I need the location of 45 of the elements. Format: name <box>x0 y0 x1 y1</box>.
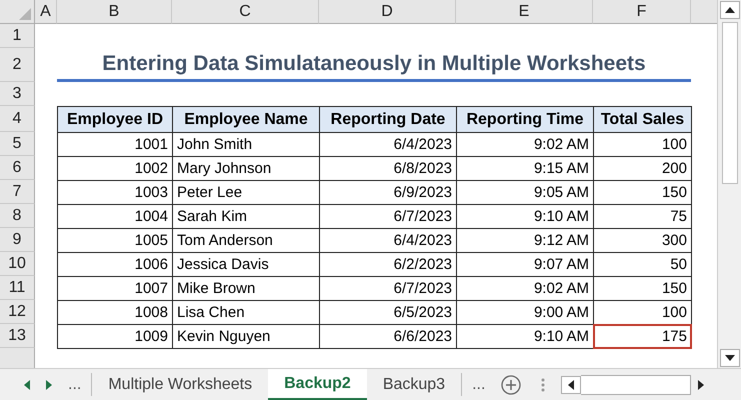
column-heading: Employee Name <box>172 106 320 133</box>
add-sheet-icon[interactable] <box>501 374 522 394</box>
row-header[interactable]: 1 <box>0 24 35 48</box>
previous-sheet-icon[interactable] <box>24 380 30 390</box>
row-header[interactable]: 5 <box>0 132 35 156</box>
row-header[interactable]: 6 <box>0 156 35 180</box>
row-header[interactable]: 9 <box>0 228 35 252</box>
column-header[interactable]: A <box>35 0 57 24</box>
column-header[interactable]: C <box>172 0 319 24</box>
row-header[interactable]: 13 <box>0 324 35 348</box>
next-sheet-icon[interactable] <box>46 380 52 390</box>
column-header[interactable]: F <box>593 0 691 24</box>
table-cell[interactable]: 1009 <box>57 324 173 349</box>
sheet-title: Entering Data Simulataneously in Multiple Worksheets <box>57 48 691 82</box>
row-header[interactable]: 10 <box>0 252 35 276</box>
horizontal-scrollbar-thumb[interactable] <box>581 374 692 394</box>
left-triangle-icon <box>568 380 574 390</box>
column-heading: Reporting Date <box>319 106 457 133</box>
splitter-handle-icon[interactable] <box>541 378 546 392</box>
row-header[interactable]: 7 <box>0 180 35 204</box>
scrollbar-thumb[interactable] <box>722 22 738 184</box>
sheet-tab[interactable]: Backup2 <box>268 369 367 400</box>
right-triangle-icon <box>698 380 704 390</box>
column-heading: Employee ID <box>57 106 173 133</box>
row-header[interactable]: 4 <box>0 106 35 132</box>
row-header[interactable]: 11 <box>0 276 35 300</box>
sheet-tab[interactable]: Multiple Worksheets <box>92 369 268 400</box>
down-triangle-icon <box>724 355 734 361</box>
scroll-left-button[interactable] <box>561 376 582 394</box>
column-heading: Total Sales <box>593 106 692 133</box>
scroll-up-button[interactable] <box>720 1 740 19</box>
more-sheets-button[interactable]: ... <box>472 376 486 394</box>
row-header[interactable]: 2 <box>0 48 35 82</box>
up-triangle-icon <box>724 7 734 13</box>
more-sheets-button[interactable]: ... <box>68 376 82 394</box>
row-header[interactable]: 8 <box>0 204 35 228</box>
column-header[interactable]: E <box>456 0 593 24</box>
column-header[interactable]: D <box>319 0 456 24</box>
column-heading: Reporting Time <box>456 106 594 133</box>
table-cell[interactable]: 175 <box>593 324 692 349</box>
scroll-down-button[interactable] <box>720 349 740 367</box>
column-header[interactable]: B <box>57 0 172 24</box>
sheet-tab[interactable]: Backup3 <box>366 369 462 400</box>
row-header[interactable]: 12 <box>0 300 35 324</box>
row-header[interactable]: 3 <box>0 82 35 106</box>
